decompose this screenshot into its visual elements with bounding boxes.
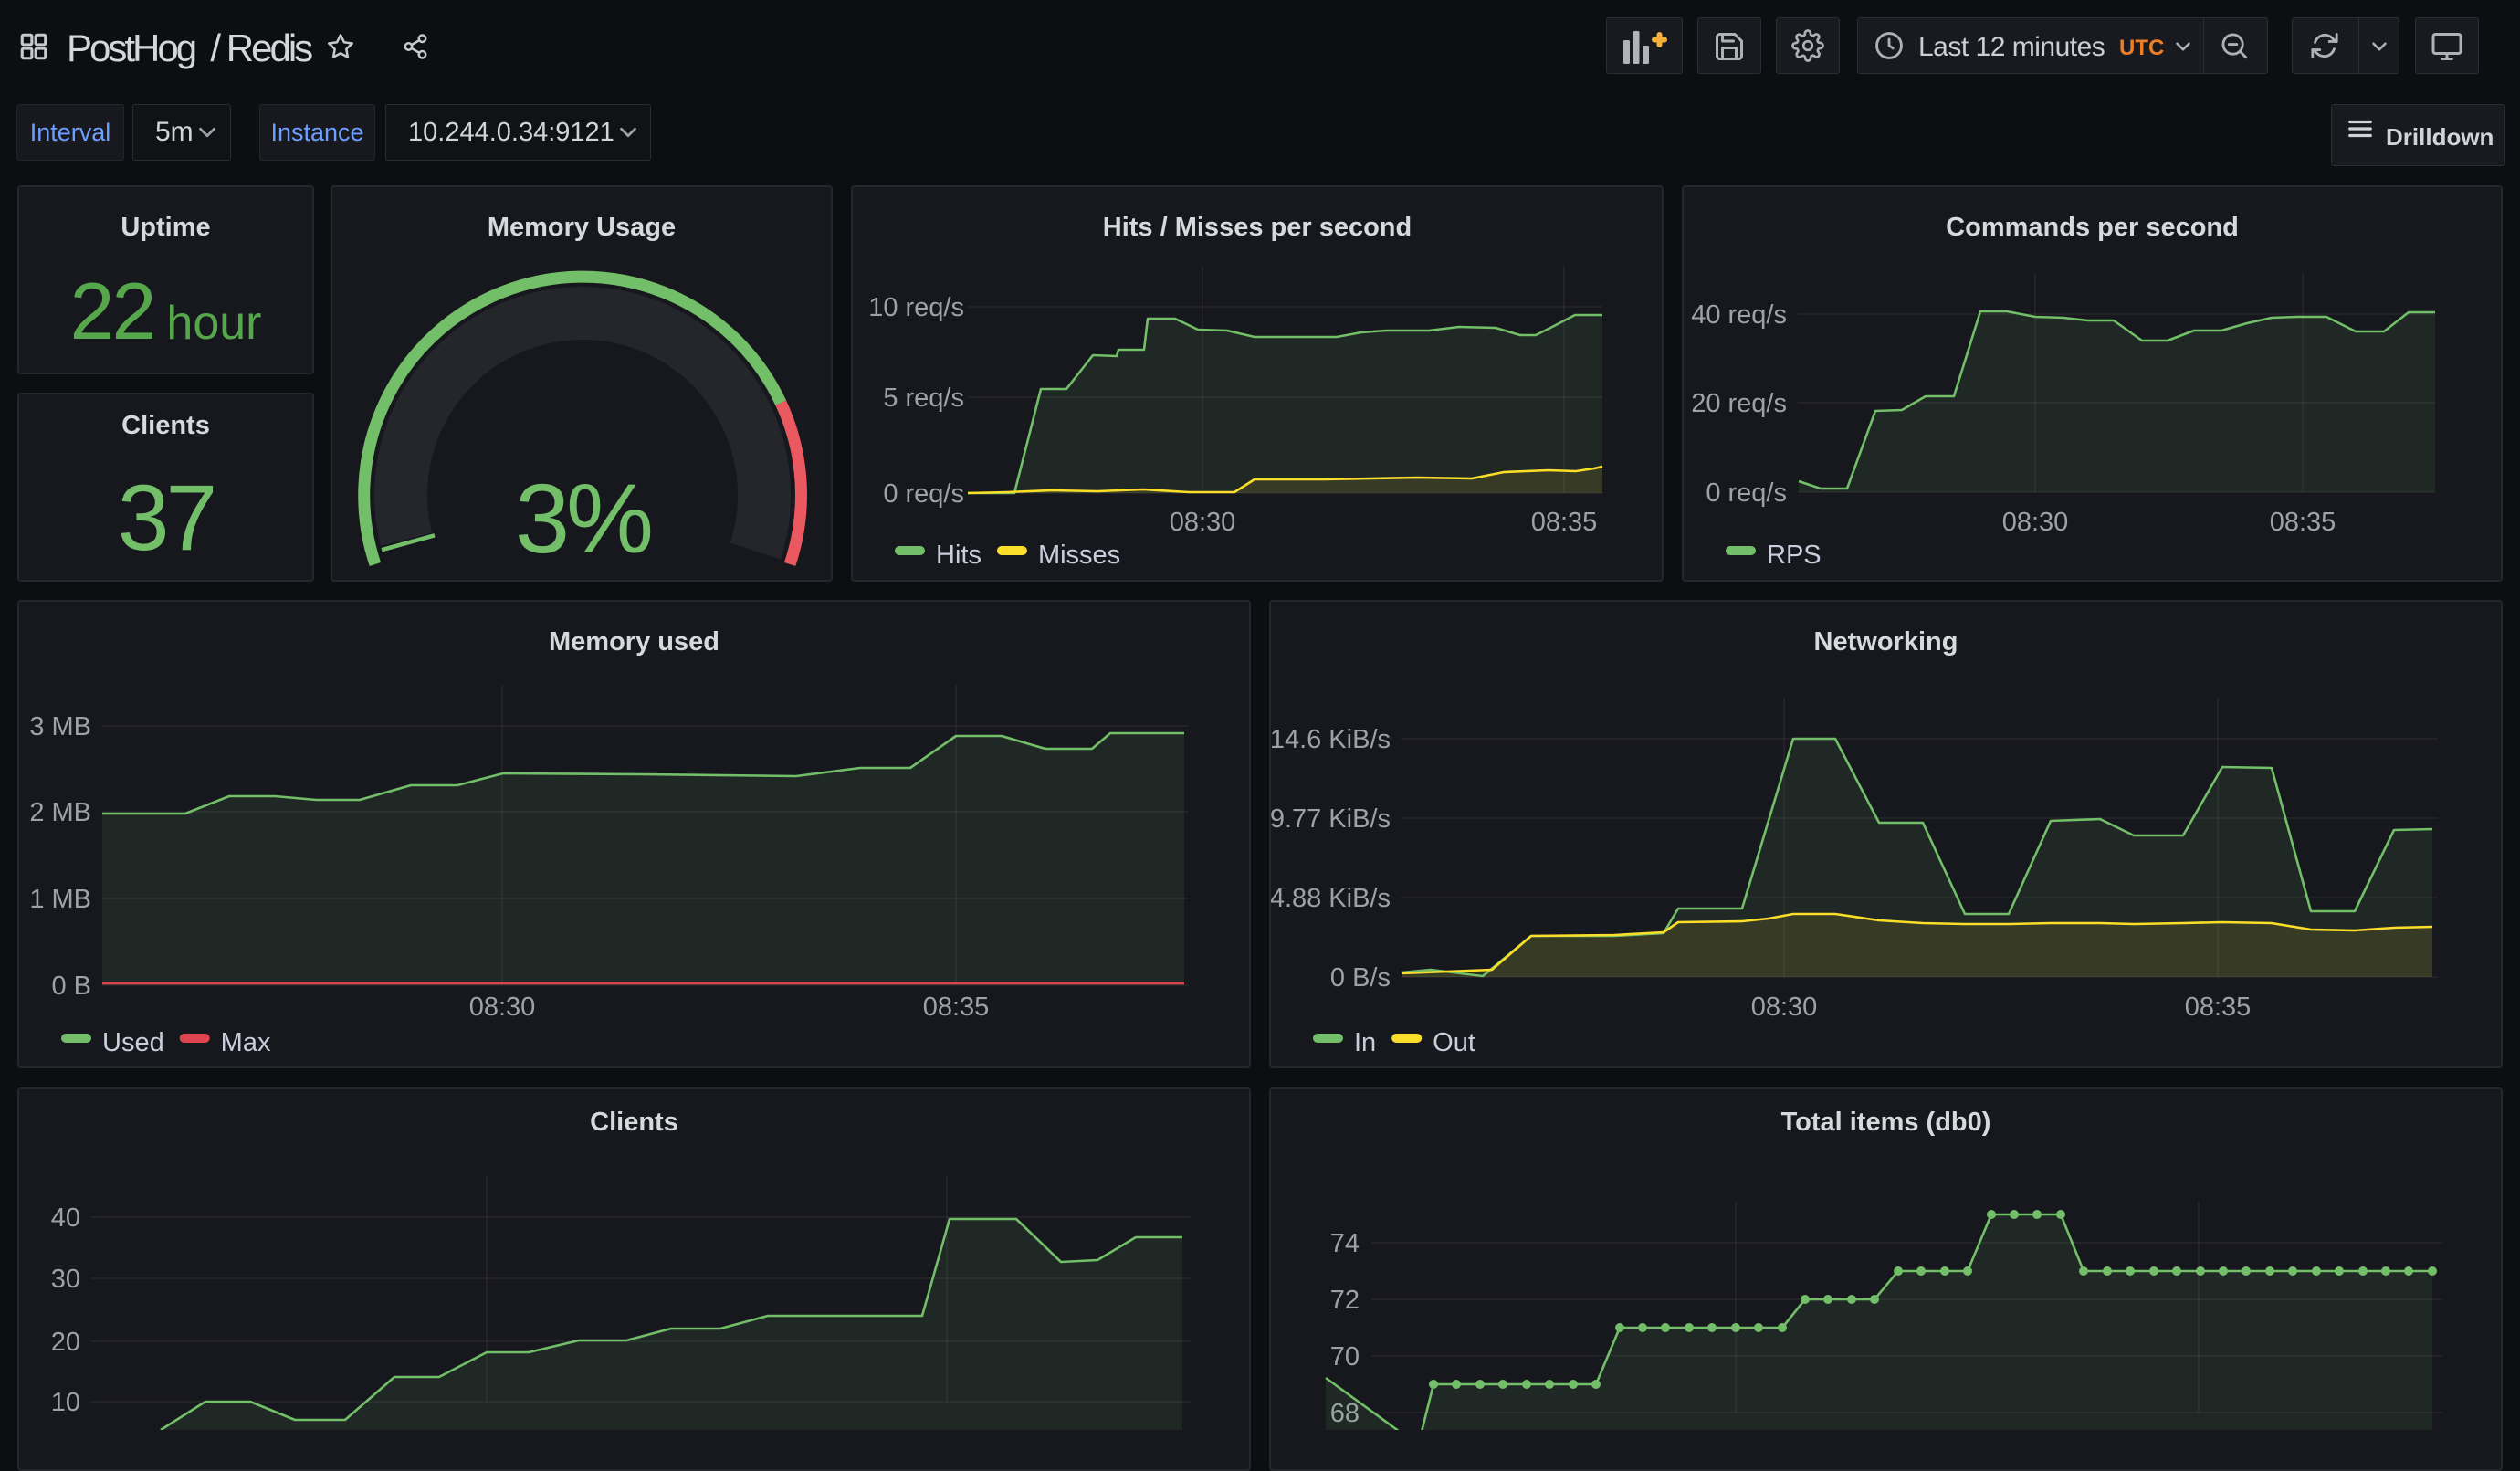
svg-text:2 MB: 2 MB [29, 798, 91, 827]
svg-text:Used: Used [102, 1028, 164, 1057]
svg-text:0 req/s: 0 req/s [883, 479, 964, 509]
svg-text:1 MB: 1 MB [29, 885, 91, 914]
svg-text:08:30: 08:30 [469, 993, 536, 1022]
svg-text:08:35: 08:35 [1531, 508, 1598, 537]
svg-text:10 req/s: 10 req/s [868, 293, 964, 322]
svg-text:4.88 KiB/s: 4.88 KiB/s [1271, 884, 1391, 913]
svg-text:40 req/s: 40 req/s [1691, 300, 1787, 330]
svg-text:RPS: RPS [1767, 541, 1822, 570]
svg-text:0 req/s: 0 req/s [1706, 478, 1787, 508]
svg-text:Max: Max [221, 1028, 271, 1057]
svg-text:0 B/s: 0 B/s [1330, 963, 1391, 993]
svg-text:9.77 KiB/s: 9.77 KiB/s [1271, 804, 1391, 834]
svg-text:08:35: 08:35 [2185, 993, 2252, 1022]
svg-text:10: 10 [51, 1388, 80, 1417]
svg-text:08:30: 08:30 [1170, 508, 1236, 537]
svg-text:Out: Out [1433, 1028, 1475, 1057]
svg-text:74: 74 [1330, 1229, 1360, 1258]
svg-text:3%: 3% [515, 463, 651, 573]
svg-text:14.6 KiB/s: 14.6 KiB/s [1271, 725, 1391, 754]
svg-text:5 req/s: 5 req/s [883, 384, 964, 413]
svg-text:40: 40 [51, 1203, 80, 1233]
svg-text:20 req/s: 20 req/s [1691, 389, 1787, 418]
svg-text:08:30: 08:30 [2002, 508, 2069, 537]
svg-text:08:30: 08:30 [1751, 993, 1818, 1022]
svg-text:3 MB: 3 MB [29, 712, 91, 741]
svg-text:In: In [1354, 1028, 1376, 1057]
svg-text:20: 20 [51, 1328, 80, 1357]
svg-text:30: 30 [51, 1265, 80, 1294]
svg-text:70: 70 [1330, 1342, 1360, 1371]
svg-text:Misses: Misses [1038, 541, 1120, 570]
svg-text:08:35: 08:35 [923, 993, 990, 1022]
svg-text:0 B: 0 B [51, 972, 91, 1001]
svg-text:08:35: 08:35 [2270, 508, 2336, 537]
svg-text:Hits: Hits [936, 541, 982, 570]
svg-text:72: 72 [1330, 1286, 1360, 1315]
